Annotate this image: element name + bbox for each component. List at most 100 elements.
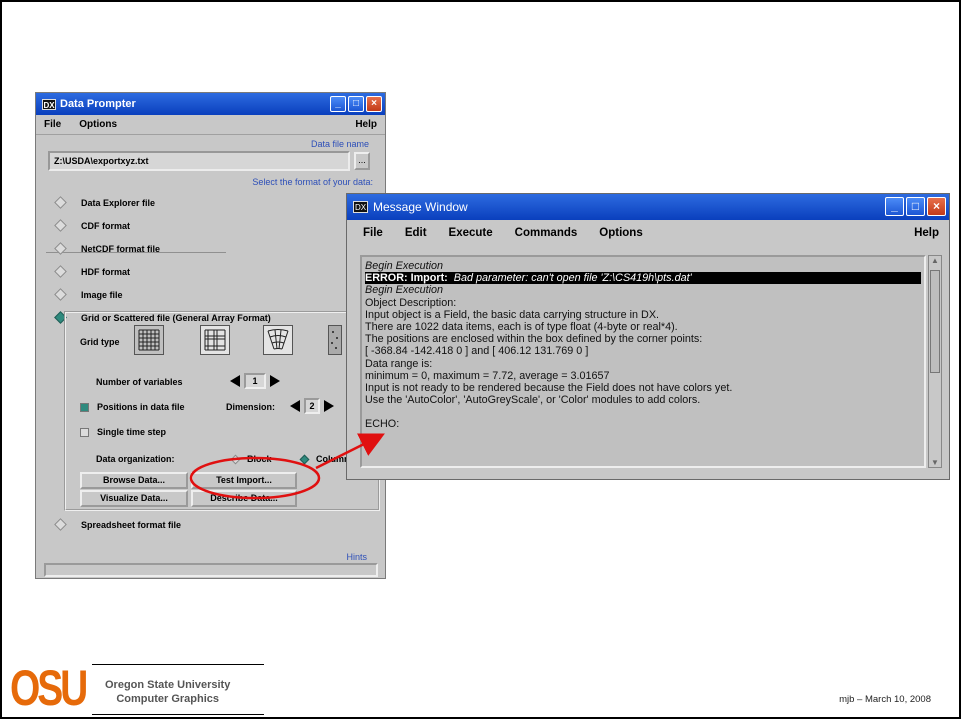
error-message: Bad parameter: can't open file 'Z:\CS419… xyxy=(453,272,692,285)
menu-options[interactable]: Options xyxy=(599,227,642,239)
minimize-icon[interactable]: _ xyxy=(330,96,346,112)
rectilinear-grid-icon[interactable] xyxy=(200,325,230,355)
menu-commands[interactable]: Commands xyxy=(515,227,578,239)
log-line: ECHO: xyxy=(365,418,400,431)
single-step-checkbox[interactable]: Single time step xyxy=(80,427,166,437)
minimize-icon[interactable]: _ xyxy=(885,197,904,216)
format-label: Spreadsheet format file xyxy=(81,519,182,530)
slide: DX Data Prompter _ □ × File Options Help… xyxy=(0,0,961,719)
dx-app-icon: DX xyxy=(42,98,56,110)
error-prefix: ERROR: Import: xyxy=(365,272,448,285)
log-line: Input is not ready to be rendered becaus… xyxy=(365,382,733,395)
menu-bar: File Options Help xyxy=(36,115,385,135)
menu-file[interactable]: File xyxy=(363,227,383,239)
format-label: Data Explorer file xyxy=(81,197,156,208)
vertical-scrollbar[interactable]: ▲ ▼ xyxy=(928,255,942,468)
scroll-up-icon[interactable]: ▲ xyxy=(931,256,939,265)
radio-diamond-selected-icon xyxy=(299,454,310,464)
browse-file-button[interactable]: ... xyxy=(354,152,370,170)
close-icon[interactable]: × xyxy=(366,96,382,112)
menu-help[interactable]: Help xyxy=(914,227,939,239)
log-line: Input object is a Field, the basic data … xyxy=(365,308,660,321)
log-line: There are 1022 data items, each is of ty… xyxy=(365,321,678,334)
format-label: HDF format xyxy=(81,266,130,277)
log-line: Begin Execution xyxy=(365,284,444,297)
close-icon[interactable]: × xyxy=(927,197,946,216)
log-line: The positions are enclosed within the bo… xyxy=(365,333,703,346)
browse-data-button[interactable]: Browse Data... xyxy=(80,472,188,489)
checkbox-checked-icon xyxy=(80,402,89,412)
menu-options[interactable]: Options xyxy=(79,119,117,130)
dimension-value[interactable]: 2 xyxy=(304,398,320,414)
footer-date: mjb – March 10, 2008 xyxy=(839,694,931,705)
log-line: Begin Execution xyxy=(365,260,444,272)
data-org-label: Data organization: xyxy=(96,454,175,464)
menu-execute[interactable]: Execute xyxy=(449,227,493,239)
status-bar xyxy=(44,563,378,577)
message-window-titlebar[interactable]: DX Message Window _ □ × xyxy=(347,194,949,220)
footer-org: Oregon State University Computer Graphic… xyxy=(105,678,230,706)
university-name: Oregon State University xyxy=(105,679,231,691)
log-line: Use the 'AutoColor', 'AutoGreyScale', or… xyxy=(365,394,701,407)
maximize-icon[interactable]: □ xyxy=(906,197,925,216)
format-label: Image file xyxy=(81,289,123,300)
decrement-arrow-icon[interactable] xyxy=(230,375,240,387)
block-radio[interactable]: Block xyxy=(230,454,272,464)
single-step-label: Single time step xyxy=(97,427,167,437)
scrollbar-thumb[interactable] xyxy=(930,270,940,373)
increment-arrow-icon[interactable] xyxy=(270,375,280,387)
checkbox-icon xyxy=(80,427,89,437)
num-vars-label: Number of variables xyxy=(96,377,183,387)
message-log[interactable]: Begin Execution ERROR: Import: Bad param… xyxy=(360,255,926,468)
dx-app-icon: DX xyxy=(353,201,368,213)
format-radio-dx[interactable]: Data Explorer file xyxy=(36,191,385,214)
maximize-icon[interactable]: □ xyxy=(348,96,364,112)
regular-grid-icon[interactable] xyxy=(134,325,164,355)
format-radio-list: Data Explorer file CDF format NetCDF for… xyxy=(36,191,385,329)
log-line: Data range is: xyxy=(365,357,433,370)
menu-file[interactable]: File xyxy=(44,119,61,130)
block-label: Block xyxy=(247,454,272,464)
scroll-down-icon[interactable]: ▼ xyxy=(931,458,939,467)
window-title: Data Prompter xyxy=(60,98,136,110)
data-prompter-titlebar[interactable]: DX Data Prompter _ □ × xyxy=(36,93,385,115)
num-vars-stepper: 1 xyxy=(230,373,280,389)
window-title: Message Window xyxy=(373,200,468,214)
format-radio-netcdf[interactable]: NetCDF format file xyxy=(36,237,385,260)
format-radio-hdf[interactable]: HDF format xyxy=(36,260,385,283)
data-file-input[interactable]: Z:\USDA\exportxyz.txt xyxy=(48,151,350,171)
log-line: minimum = 0, maximum = 7.72, average = 3… xyxy=(365,369,610,382)
department-name: Computer Graphics xyxy=(116,693,219,705)
format-section-label: Select the format of your data: xyxy=(252,177,373,187)
menu-bar: File Edit Execute Commands Options Help xyxy=(347,220,949,246)
test-import-button[interactable]: Test Import... xyxy=(191,472,297,489)
radio-diamond-icon xyxy=(54,196,67,209)
osu-logo: OSU xyxy=(10,660,88,716)
radio-diamond-icon xyxy=(54,518,67,531)
footer-divider xyxy=(92,664,264,665)
visualize-data-button[interactable]: Visualize Data... xyxy=(80,490,188,507)
menu-edit[interactable]: Edit xyxy=(405,227,427,239)
warped-grid-icon[interactable] xyxy=(263,325,293,355)
radio-diamond-icon xyxy=(230,454,241,464)
data-prompter-window: DX Data Prompter _ □ × File Options Help… xyxy=(35,92,386,579)
decrement-arrow-icon[interactable] xyxy=(290,400,300,412)
positions-checkbox[interactable]: Positions in data file xyxy=(80,402,185,412)
hints-label: Hints xyxy=(346,552,367,562)
describe-data-button[interactable]: Describe Data... xyxy=(191,490,297,507)
scattered-grid-icon[interactable] xyxy=(328,325,342,355)
format-label: CDF format xyxy=(81,220,130,231)
format-radio-image[interactable]: Image file xyxy=(36,283,385,306)
grid-options-panel: Grid type Number of variables 1 Position… xyxy=(64,311,380,511)
format-radio-spreadsheet[interactable]: Spreadsheet format file xyxy=(36,513,181,536)
num-vars-value[interactable]: 1 xyxy=(244,373,266,389)
radio-diamond-icon xyxy=(54,288,67,301)
radio-diamond-icon xyxy=(54,265,67,278)
menu-help[interactable]: Help xyxy=(355,119,377,130)
dimension-label: Dimension: xyxy=(226,402,276,412)
log-error-line: ERROR: Import: Bad parameter: can't open… xyxy=(365,272,921,285)
divider xyxy=(46,252,226,253)
format-radio-cdf[interactable]: CDF format xyxy=(36,214,385,237)
increment-arrow-icon[interactable] xyxy=(324,400,334,412)
